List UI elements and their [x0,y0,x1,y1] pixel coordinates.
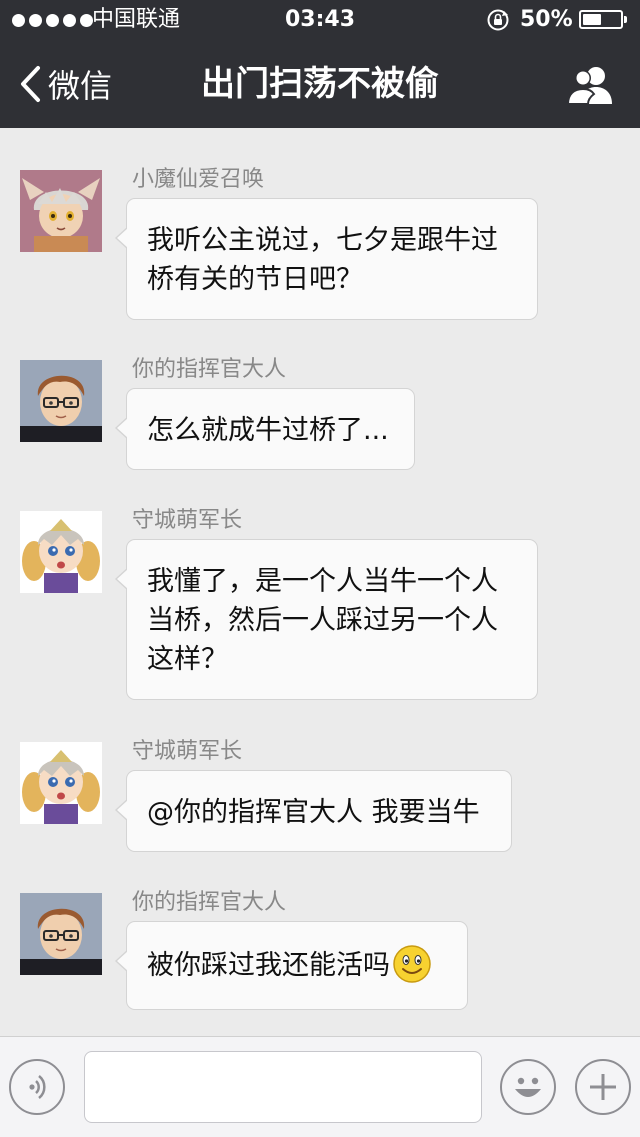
message-text-line: 怎么就成牛过桥了... [147,415,389,446]
voice-input-icon [29,1075,46,1099]
glasses-man-avatar[interactable] [20,893,102,975]
status-bar: 中国联通 03:43 50% [0,0,640,40]
sender-name: 守城萌军长 [132,739,243,764]
message-text-line: 我听公主说过，七夕是跟牛过 [147,225,498,256]
smiley-emoji [393,945,431,983]
top-bar: 中国联通 03:43 50% 微信 出门扫荡不被偷 [0,0,640,128]
blonde-knight-girl-avatar[interactable] [20,511,102,593]
message-bubble[interactable]: 我听公主说过，七夕是跟牛过 桥有关的节日吧？ [115,198,538,320]
battery-percent: 50% [520,7,573,32]
navigation-bar: 微信 出门扫荡不被偷 [0,40,640,128]
emoji-icon [515,1077,541,1097]
sender-name: 你的指挥官大人 [132,357,287,382]
group-members-icon[interactable] [566,64,614,106]
message-text-line: 我懂了，是一个人当牛一个人 [147,566,498,597]
message-bubble[interactable]: 我懂了，是一个人当牛一个人 当桥，然后一人踩过另一个人 这样？ [115,539,538,700]
message-bubble[interactable]: 被你踩过我还能活吗 [115,921,468,1010]
sender-name: 你的指挥官大人 [132,890,287,915]
message-text-line: 当桥，然后一人踩过另一个人 [147,605,498,636]
message-bubble[interactable]: @你的指挥官大人 我要当牛 [115,770,512,852]
glasses-man-avatar[interactable] [20,360,102,442]
plus-icon [590,1074,616,1100]
message-text: 被你踩过我还能活吗 [147,950,390,981]
chat-title: 出门扫荡不被偷 [201,64,439,104]
sender-name: 小魔仙爱召唤 [132,167,265,192]
message-input-bar [0,1036,640,1137]
battery-icon [579,10,627,29]
emoji-button[interactable] [500,1059,556,1115]
message-text-field[interactable] [84,1051,482,1123]
message-text-line: @你的指挥官大人 我要当牛 [147,797,480,828]
voice-input-button[interactable] [9,1059,65,1115]
fox-eared-boy-avatar[interactable] [20,170,102,252]
sender-name: 守城萌军长 [132,508,243,533]
message-text-line: 这样？ [147,644,228,675]
message-text-line: 被你踩过我还能活吗 [147,944,445,985]
message-text-line: 桥有关的节日吧？ [147,264,363,295]
message-bubble[interactable]: 怎么就成牛过桥了... [115,388,415,470]
blonde-knight-girl-avatar[interactable] [20,742,102,824]
rotation-lock-icon [487,9,509,31]
more-options-button[interactable] [575,1059,631,1115]
